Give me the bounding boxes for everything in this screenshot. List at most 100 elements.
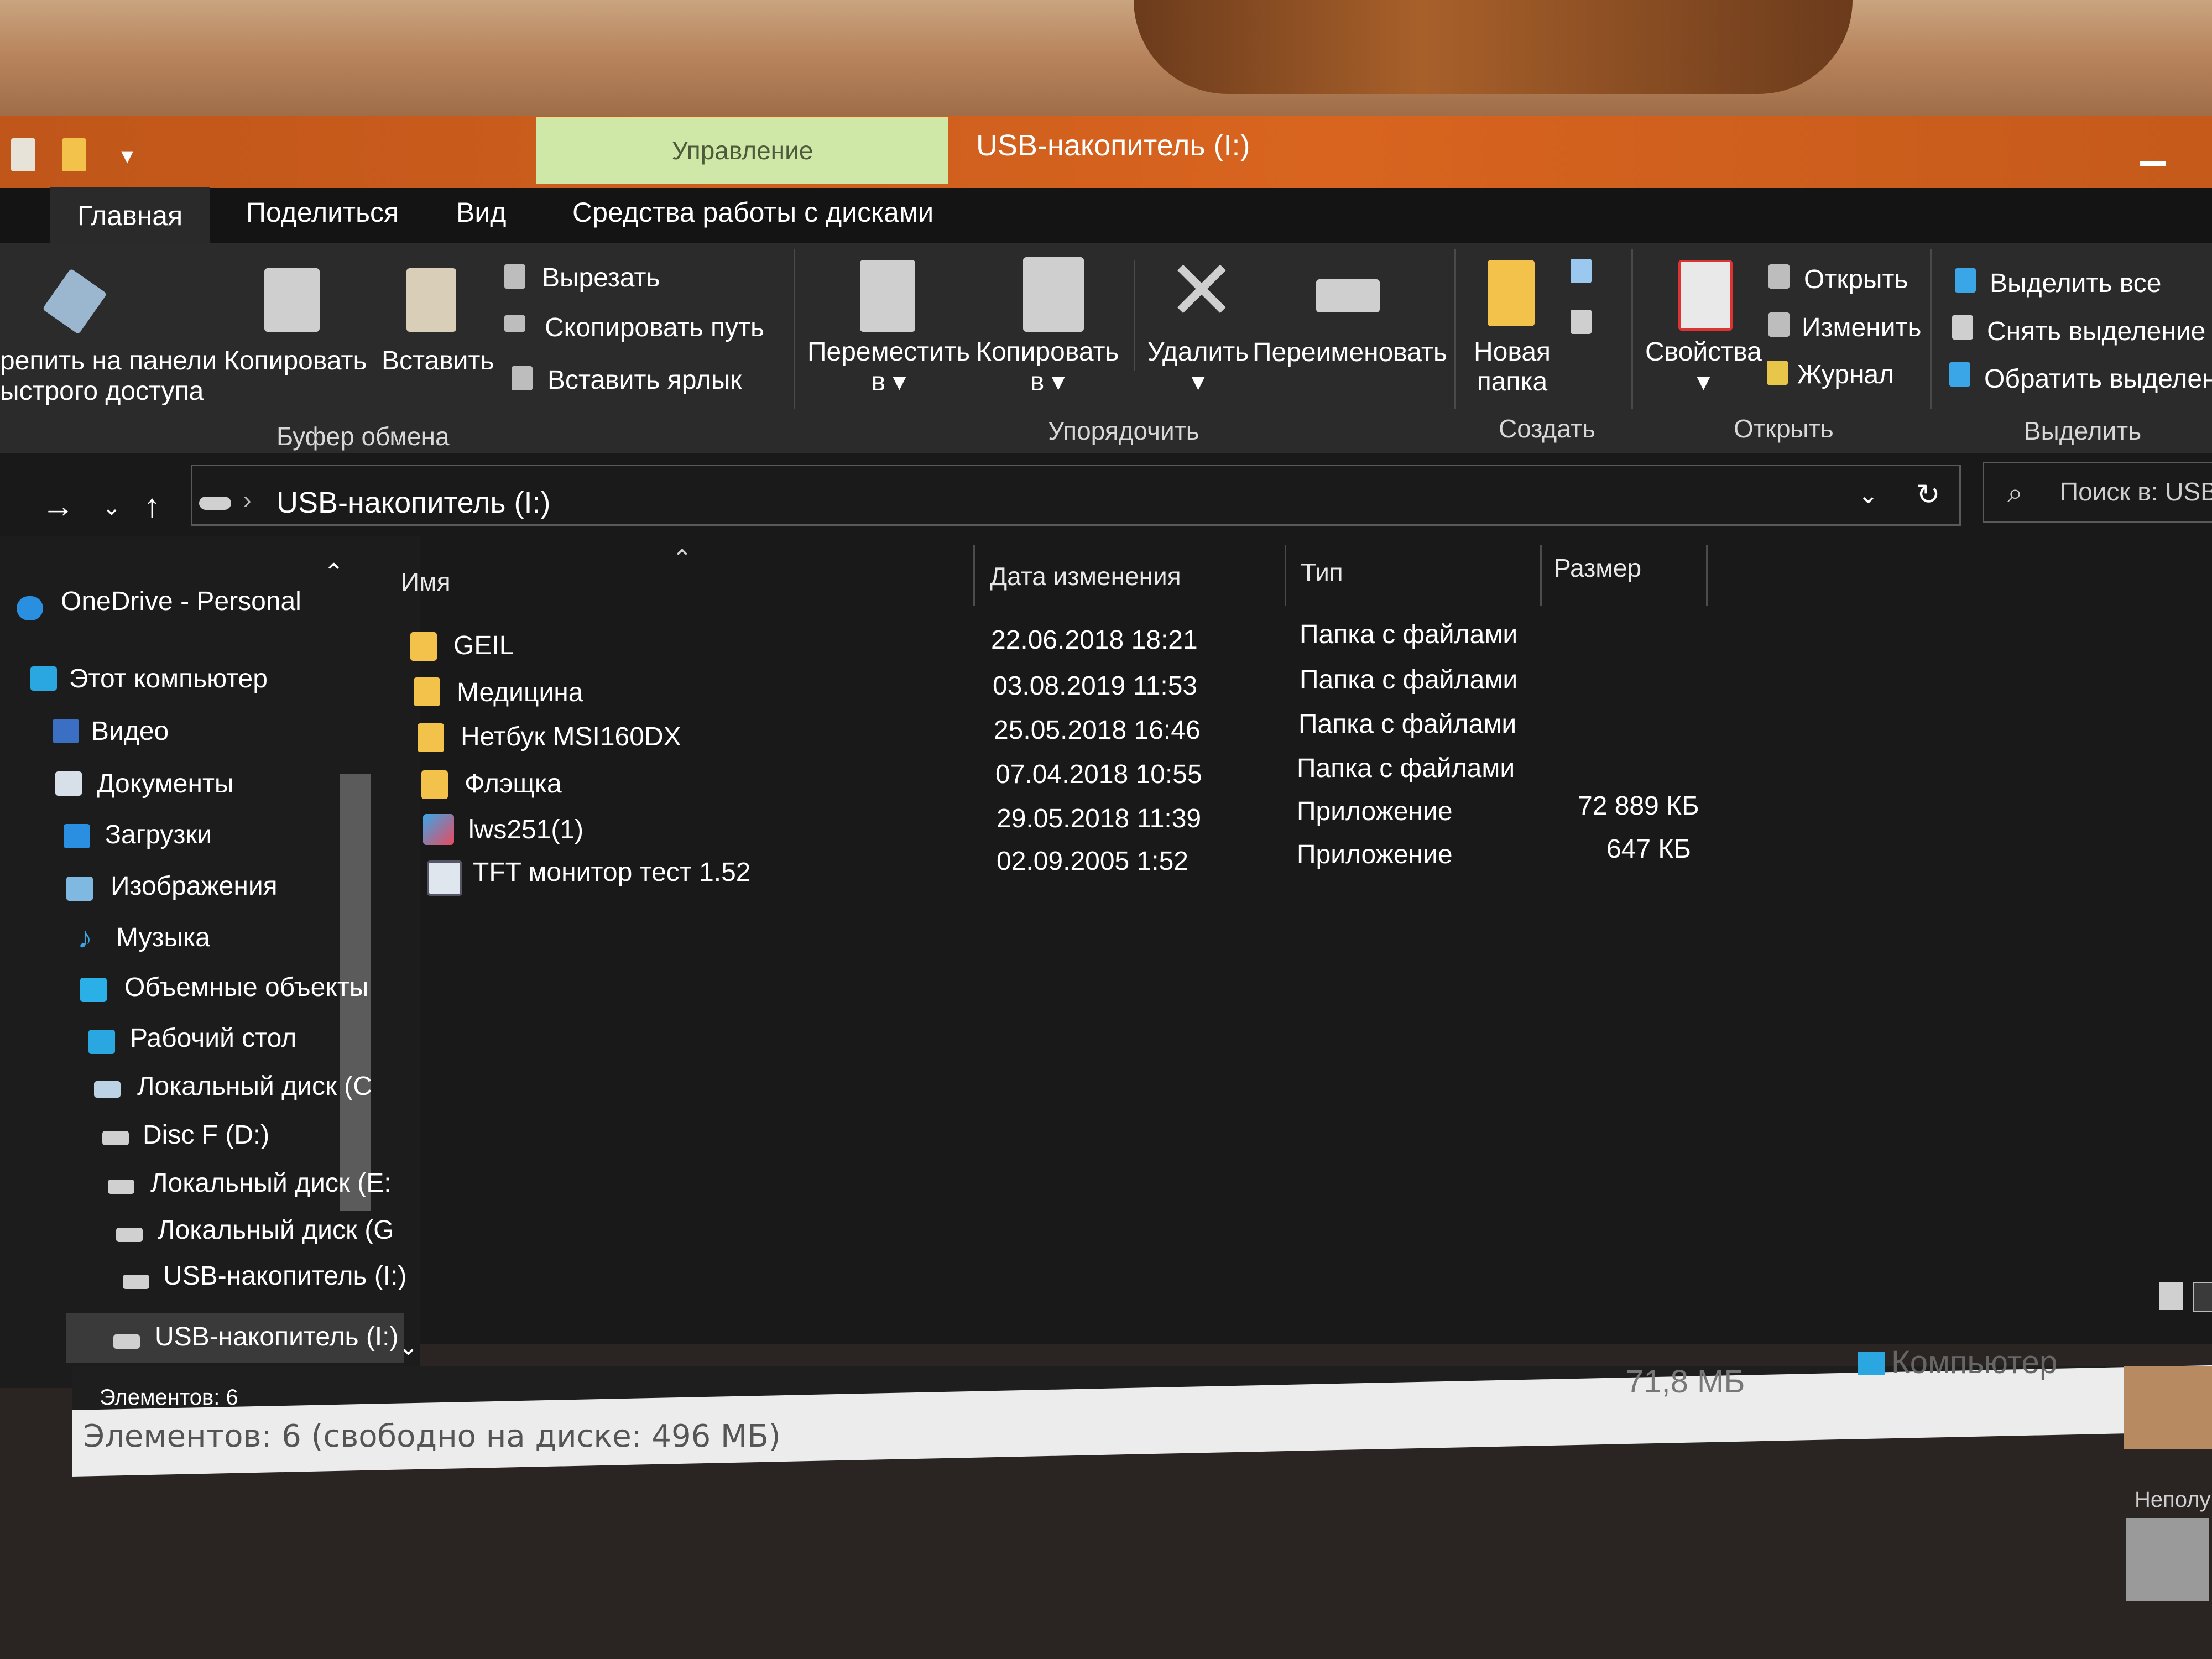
pin-to-quick-access-button[interactable]: репить на панели ыстрого доступа	[0, 346, 217, 406]
pin-label-line2: ыстрого доступа	[0, 377, 204, 406]
3d-objects-icon	[80, 978, 107, 1002]
nav-item-onedrive[interactable]: OneDrive - Personal	[61, 586, 301, 617]
paste-shortcut-button[interactable]: Вставить ярлык	[547, 365, 742, 395]
tab-disk-tools[interactable]: Средства работы с дисками	[572, 196, 933, 228]
nav-item-disk-e[interactable]: Локальный диск (E:	[150, 1168, 392, 1198]
group-label-open: Открыть	[1734, 414, 1834, 443]
nav-item-this-pc[interactable]: Этот компьютер	[69, 664, 268, 694]
copy-path-button[interactable]: Скопировать путь	[545, 312, 764, 343]
nav-item-disc-d[interactable]: Disc F (D:)	[143, 1120, 269, 1150]
paste-button[interactable]: Вставить	[382, 346, 494, 376]
recent-locations-chevron-icon[interactable]: ⌄	[102, 495, 121, 520]
music-icon: ♪	[77, 921, 92, 954]
select-all-icon	[1955, 268, 1976, 293]
nav-item-usb-drive-root[interactable]: USB-накопитель (I:)	[155, 1322, 398, 1352]
paste-shortcut-icon	[512, 366, 533, 390]
quick-access-folder-icon[interactable]	[62, 138, 86, 171]
edit-icon	[1768, 312, 1790, 337]
file-type: Папка с файлами	[1297, 754, 1515, 783]
desktop-thumbnail[interactable]	[2126, 1518, 2209, 1601]
nav-item-usb-drive[interactable]: USB-накопитель (I:)	[163, 1261, 406, 1291]
new-item-icon[interactable]	[1571, 259, 1592, 283]
quick-access-properties-icon[interactable]	[11, 138, 35, 171]
nav-item-desktop[interactable]: Рабочий стол	[130, 1023, 296, 1053]
nav-item-videos[interactable]: Видео	[91, 716, 169, 747]
address-dropdown-icon[interactable]: ⌄	[1858, 481, 1879, 509]
drive-icon	[199, 497, 231, 510]
quick-access-dropdown-icon[interactable]: ▾	[116, 144, 138, 168]
delete-button[interactable]: Удалить ▾	[1147, 337, 1249, 397]
onedrive-icon	[17, 596, 43, 620]
cut-button[interactable]: Вырезать	[542, 263, 660, 293]
column-separator[interactable]	[1285, 545, 1286, 606]
new-folder-button[interactable]: Новая папка	[1474, 337, 1551, 397]
easy-access-icon[interactable]	[1571, 310, 1592, 334]
move-to-label: Переместить	[807, 337, 971, 367]
folder-icon	[418, 723, 444, 752]
usb-drive-root-icon	[113, 1334, 140, 1349]
refresh-icon[interactable]: ↻	[1916, 478, 1940, 512]
move-to-button[interactable]: Переместить в ▾	[807, 337, 970, 397]
column-header-name[interactable]: Имя	[401, 567, 451, 597]
pin-label-line1: репить на панели	[0, 346, 217, 375]
file-name[interactable]: Медицина	[457, 677, 583, 708]
nav-item-pictures[interactable]: Изображения	[111, 871, 278, 901]
group-label-clipboard: Буфер обмена	[276, 422, 450, 451]
properties-button[interactable]: Свойства ▾	[1645, 337, 1762, 397]
up-arrow-icon[interactable]: ↑	[144, 487, 160, 525]
select-all-button[interactable]: Выделить все	[1990, 268, 2161, 299]
folder-icon	[414, 677, 440, 706]
details-view-icon[interactable]	[2159, 1282, 2183, 1310]
file-date: 29.05.2018 11:39	[997, 804, 1202, 833]
tab-home[interactable]: Главная	[50, 187, 210, 244]
rename-icon	[1316, 279, 1380, 312]
tab-manage[interactable]: Управление	[536, 117, 948, 184]
column-separator[interactable]	[1540, 545, 1542, 606]
forward-arrow-icon[interactable]: →	[41, 487, 75, 525]
nav-item-music[interactable]: Музыка	[116, 922, 210, 953]
column-header-size[interactable]: Размер	[1554, 553, 1641, 583]
edit-button[interactable]: Изменить	[1802, 312, 1922, 343]
file-name[interactable]: TFT монитор тест 1.52	[473, 857, 751, 888]
invert-selection-button[interactable]: Обратить выделение	[1984, 364, 2212, 394]
file-name[interactable]: Нетбук MSI160DX	[461, 722, 681, 752]
desktop-item-label: Неполу	[2135, 1488, 2211, 1512]
delete-label: Удалить	[1147, 337, 1249, 367]
column-separator[interactable]	[973, 545, 975, 606]
monitor-app-icon	[427, 860, 462, 896]
scroll-up-icon[interactable]: ⌃	[324, 559, 344, 587]
file-name[interactable]: Флэщка	[465, 769, 562, 799]
nav-item-disk-g[interactable]: Локальный диск (G	[158, 1215, 394, 1245]
group-label-organize: Упорядочить	[1048, 416, 1199, 445]
new-folder-label-1: Новая	[1474, 337, 1551, 367]
ribbon-separator	[794, 249, 795, 409]
search-icon: ⌕	[2007, 477, 2023, 508]
large-icons-view-icon[interactable]	[2193, 1282, 2212, 1312]
file-name[interactable]: lws251(1)	[468, 815, 583, 845]
copy-to-button[interactable]: Копировать в ▾	[976, 337, 1119, 397]
open-button[interactable]: Открыть	[1804, 264, 1908, 295]
column-separator[interactable]	[1706, 545, 1708, 606]
rename-button[interactable]: Переименовать	[1253, 337, 1447, 368]
column-header-date[interactable]: Дата изменения	[990, 561, 1181, 591]
ribbon-separator	[1631, 249, 1633, 409]
downloads-icon	[64, 824, 90, 848]
nav-item-3d-objects[interactable]: Объемные объекты	[124, 972, 368, 1003]
tab-view[interactable]: Вид	[456, 196, 506, 228]
history-button[interactable]: Журнал	[1797, 359, 1894, 390]
select-none-button[interactable]: Снять выделение	[1987, 316, 2205, 347]
file-date: 25.05.2018 16:46	[994, 716, 1201, 745]
column-header-type[interactable]: Тип	[1301, 557, 1343, 587]
nav-item-disk-c[interactable]: Локальный диск (C	[137, 1071, 372, 1102]
nav-item-downloads[interactable]: Загрузки	[105, 820, 212, 850]
minimize-button[interactable]	[2140, 161, 2166, 166]
search-placeholder: Поиск в: USB-н	[2060, 477, 2212, 506]
status-items-count: Элементов: 6	[100, 1385, 238, 1410]
nav-item-documents[interactable]: Документы	[97, 769, 233, 799]
copy-button[interactable]: Копировать	[224, 346, 367, 376]
file-name[interactable]: GEIL	[453, 630, 514, 661]
file-type: Папка с файлами	[1300, 665, 1518, 695]
group-label-create: Создать	[1499, 414, 1595, 443]
desktop-thumbnail[interactable]	[2124, 1366, 2212, 1449]
tab-share[interactable]: Поделиться	[246, 196, 399, 228]
